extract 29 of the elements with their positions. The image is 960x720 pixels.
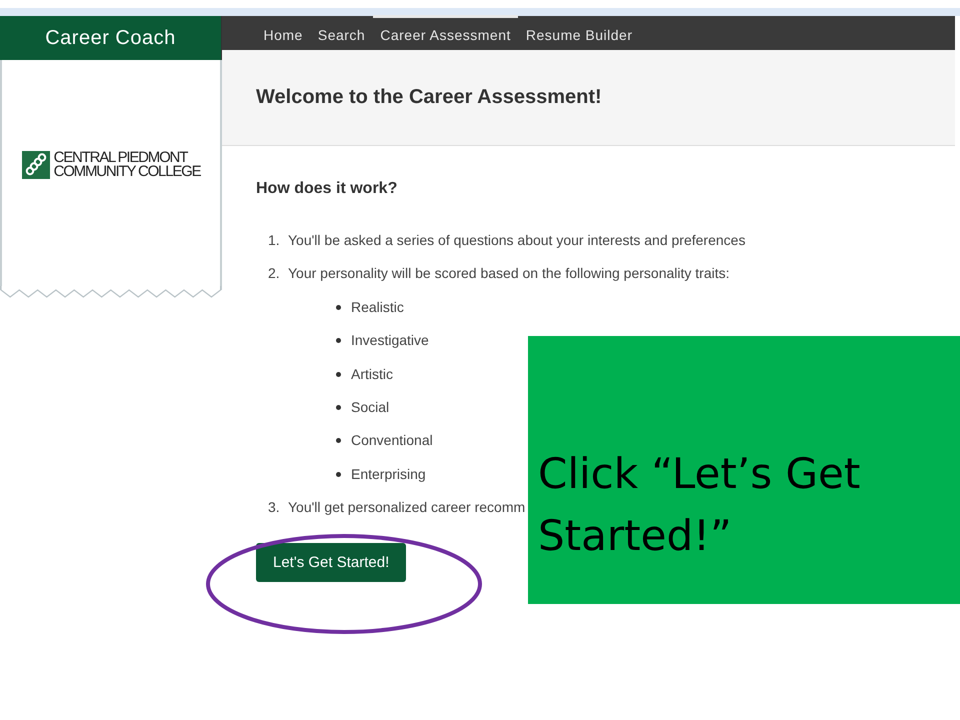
step-text: Your personality will be scored based on the following personality traits: [288, 265, 730, 284]
bullet-icon [336, 472, 341, 477]
step-text: You'll get personalized career recomm [288, 499, 526, 518]
callout-text: Click “Let’s Get Started!” [538, 448, 862, 562]
trait-text: Conventional [351, 432, 433, 448]
trait-text: Enterprising [351, 466, 426, 482]
step-number: 3. [268, 499, 280, 518]
section-heading: How does it work? [256, 180, 398, 198]
trait-text: Investigative [351, 332, 429, 348]
app-title: Career Coach [0, 16, 222, 60]
step-number: 1. [268, 232, 280, 250]
logo-text: CENTRAL PIEDMONT [54, 151, 188, 165]
bullet-icon [336, 438, 341, 444]
bullet-icon [336, 372, 341, 377]
nav-tab[interactable]: Home [256, 14, 310, 48]
nav-tab[interactable]: Resume Builder [518, 14, 640, 48]
logo-icon [22, 151, 50, 179]
trait-text: Realistic [351, 298, 404, 315]
bullet-icon [336, 338, 341, 344]
bullet-icon [336, 304, 341, 310]
trait-text: Social [351, 398, 390, 415]
logo-text: COMMUNITY COLLEGE [54, 165, 200, 179]
step-text: You'll be asked a series of questions about your interests and preferences [288, 232, 746, 250]
page-title: Welcome to the Career Assessment! [256, 86, 602, 109]
bullet-icon [336, 404, 341, 410]
trait-text: Artistic [351, 366, 393, 382]
start-button[interactable]: Let's Get Started! [256, 542, 406, 582]
step-number: 2. [268, 265, 280, 284]
nav-tab[interactable]: Search [310, 14, 373, 48]
